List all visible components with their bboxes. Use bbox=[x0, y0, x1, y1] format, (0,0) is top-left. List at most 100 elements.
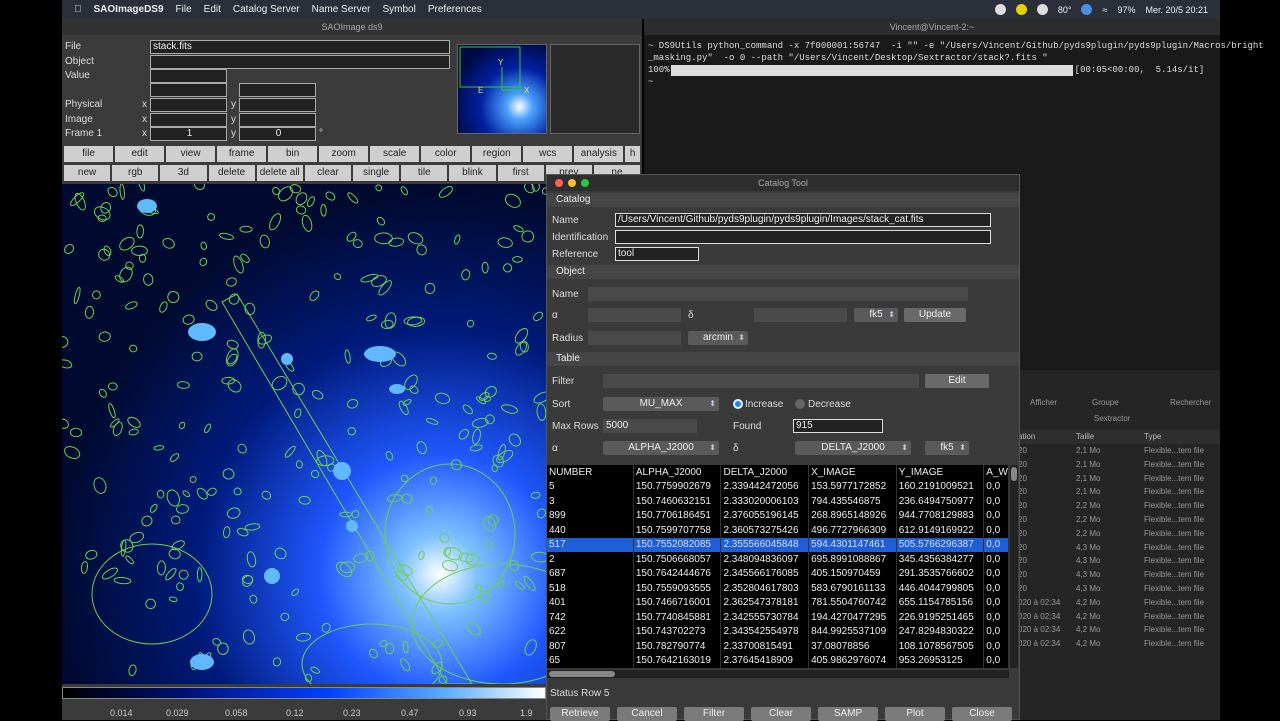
menu-file[interactable]: File bbox=[176, 4, 192, 15]
source-region[interactable] bbox=[408, 385, 419, 395]
source-region[interactable] bbox=[457, 428, 470, 441]
source-region[interactable] bbox=[402, 640, 409, 654]
source-region[interactable] bbox=[295, 205, 307, 215]
source-region[interactable] bbox=[346, 191, 359, 204]
apple-icon[interactable]:  bbox=[74, 4, 82, 15]
finder-row[interactable]: 20 2,2 Mo Flexible...tem file bbox=[1018, 527, 1220, 541]
table-row[interactable]: 899 150.7706186451 2.376055196145 268.89651… bbox=[547, 508, 1009, 523]
source-region[interactable] bbox=[62, 358, 73, 369]
source-region[interactable] bbox=[170, 539, 185, 552]
source-region[interactable] bbox=[272, 657, 282, 667]
table-row[interactable]: 742 150.7740845881 2.342555730784 194.42704… bbox=[547, 610, 1009, 625]
btn-blink[interactable]: blink bbox=[449, 165, 496, 181]
column-header[interactable]: ALPHA_J2000 bbox=[633, 465, 722, 480]
source-region[interactable] bbox=[344, 349, 351, 364]
source-region[interactable] bbox=[415, 243, 428, 256]
source-region[interactable] bbox=[168, 596, 178, 603]
btn-edit[interactable]: edit bbox=[115, 146, 165, 162]
alpha-column-select[interactable]: ALPHA_J2000 bbox=[603, 441, 719, 455]
ring-icon[interactable] bbox=[1015, 4, 1027, 15]
source-region[interactable] bbox=[425, 506, 433, 515]
source-region[interactable] bbox=[531, 551, 546, 563]
finder-column-header[interactable]: Taille bbox=[1076, 432, 1094, 441]
source-region[interactable] bbox=[407, 316, 426, 327]
source-region[interactable] bbox=[244, 523, 261, 531]
table-row[interactable]: 3 150.7460632151 2.333020006103 794.4355468… bbox=[547, 494, 1009, 509]
source-region[interactable] bbox=[85, 549, 99, 561]
delta-column-select[interactable]: DELTA_J2000 bbox=[795, 441, 911, 455]
source-region[interactable] bbox=[290, 381, 306, 397]
table-row[interactable]: 440 150.7599707758 2.360573275426 496.77279… bbox=[547, 523, 1009, 538]
finder-row[interactable]: 20 2,1 Mo Flexible...tem file bbox=[1018, 444, 1220, 458]
source-region[interactable] bbox=[432, 638, 444, 649]
source-region[interactable] bbox=[324, 190, 336, 202]
source-region[interactable] bbox=[233, 487, 242, 496]
sort-column-select[interactable]: MU_MAX bbox=[603, 397, 719, 411]
source-region[interactable] bbox=[113, 576, 132, 585]
wifi-icon[interactable]: ≈ bbox=[1102, 5, 1107, 15]
btn-first[interactable]: first bbox=[497, 165, 544, 181]
source-region[interactable] bbox=[84, 305, 95, 319]
btn-frame[interactable]: frame bbox=[217, 146, 267, 162]
source-region[interactable] bbox=[128, 664, 137, 676]
region-overlay[interactable] bbox=[62, 184, 546, 684]
source-region[interactable] bbox=[98, 388, 108, 399]
close-button[interactable]: Close bbox=[952, 707, 1012, 721]
source-region[interactable] bbox=[63, 243, 76, 256]
source-region[interactable] bbox=[126, 415, 142, 429]
source-region[interactable] bbox=[140, 514, 154, 527]
table-vscroll[interactable] bbox=[1010, 465, 1018, 668]
source-region[interactable] bbox=[222, 526, 231, 539]
source-region[interactable] bbox=[196, 567, 203, 583]
source-region[interactable] bbox=[306, 196, 316, 208]
source-region[interactable] bbox=[260, 490, 272, 501]
zoom-window-icon[interactable] bbox=[581, 179, 589, 187]
source-region[interactable] bbox=[368, 648, 379, 659]
delta-input[interactable] bbox=[754, 308, 847, 322]
source-region[interactable] bbox=[441, 559, 459, 573]
source-region[interactable] bbox=[360, 273, 379, 284]
source-region[interactable] bbox=[131, 245, 148, 256]
source-region[interactable] bbox=[400, 474, 409, 483]
source-region[interactable] bbox=[401, 492, 414, 505]
source-region[interactable] bbox=[169, 452, 180, 462]
samp-button[interactable]: SAMP bbox=[818, 707, 878, 721]
source-region[interactable] bbox=[232, 255, 246, 274]
finder-tab[interactable]: Groupe bbox=[1092, 398, 1119, 407]
table-hscroll[interactable] bbox=[547, 670, 1009, 678]
source-region[interactable] bbox=[425, 417, 439, 425]
source-region[interactable] bbox=[536, 403, 546, 421]
source-region[interactable] bbox=[191, 351, 203, 362]
source-region[interactable] bbox=[178, 421, 186, 430]
source-region[interactable] bbox=[156, 560, 166, 576]
source-region[interactable] bbox=[345, 231, 357, 243]
source-region[interactable] bbox=[106, 186, 119, 199]
source-region[interactable] bbox=[291, 588, 300, 597]
source-region[interactable] bbox=[310, 666, 321, 675]
source-region[interactable] bbox=[171, 515, 181, 525]
column-header[interactable]: DELTA_J2000 bbox=[720, 465, 810, 480]
source-region[interactable] bbox=[402, 398, 412, 406]
finder-row[interactable]: 020 à 02:34 4,2 Mo Flexible...tem file bbox=[1018, 610, 1220, 624]
source-region[interactable] bbox=[429, 476, 438, 485]
finder-tab[interactable]: Afficher bbox=[1030, 398, 1057, 407]
source-region[interactable] bbox=[462, 403, 474, 415]
source-region[interactable] bbox=[149, 503, 158, 513]
finder-row[interactable]: 20 2,1 Mo Flexible...tem file bbox=[1018, 458, 1220, 472]
source-region[interactable] bbox=[92, 204, 112, 222]
btn-3d[interactable]: 3d bbox=[160, 165, 207, 181]
filter-button[interactable]: Filter bbox=[684, 707, 744, 721]
source-region[interactable] bbox=[226, 339, 239, 351]
catalog-table[interactable]: NUMBER ALPHA_J2000 DELTA_J2000 X_IMAGE Y_IMA… bbox=[547, 465, 1009, 668]
source-region[interactable] bbox=[379, 639, 388, 648]
source-region[interactable] bbox=[80, 560, 89, 574]
finder-row[interactable]: 20 4,3 Mo Flexible...tem file bbox=[1018, 554, 1220, 568]
source-region[interactable] bbox=[453, 234, 461, 245]
source-region[interactable] bbox=[200, 241, 208, 250]
source-region[interactable] bbox=[128, 428, 139, 436]
coord-system-select[interactable]: fk5 bbox=[854, 308, 898, 322]
source-region[interactable] bbox=[117, 235, 136, 253]
source-region[interactable] bbox=[396, 563, 413, 578]
source-region[interactable] bbox=[178, 569, 189, 580]
source-region[interactable] bbox=[107, 403, 116, 419]
